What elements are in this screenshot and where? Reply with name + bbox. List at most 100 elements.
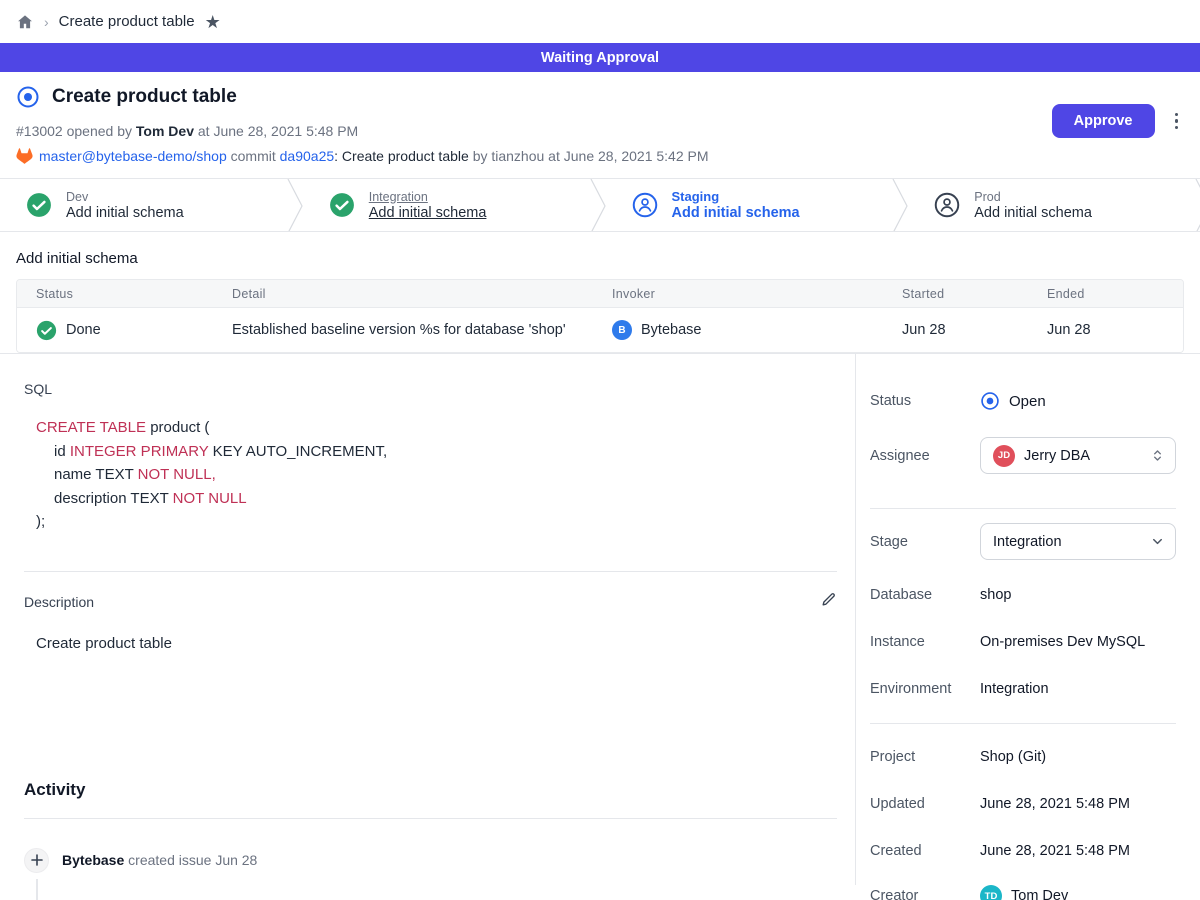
- stage-separator: [1195, 179, 1200, 231]
- sql-label: SQL: [24, 381, 839, 397]
- commit-hash-link[interactable]: da90a25: [280, 148, 335, 164]
- plus-circle-icon: [24, 848, 49, 873]
- assignee-label: Assignee: [870, 448, 980, 464]
- issue-title: Create product table: [52, 86, 237, 108]
- stage-env-label: Prod: [974, 190, 1092, 204]
- more-options-icon[interactable]: [1171, 109, 1183, 134]
- creator-avatar: TD: [980, 885, 1002, 900]
- issue-detail-panel: SQL CREATE TABLE product ( id INTEGER PR…: [0, 354, 856, 885]
- breadcrumb: › Create product table ★: [0, 0, 1200, 43]
- stage-task-link[interactable]: Add initial schema: [369, 205, 487, 221]
- stage-separator: [892, 179, 908, 231]
- approval-banner-text: Waiting Approval: [541, 50, 659, 66]
- issue-header: Create product table #13002 opened by To…: [0, 72, 1200, 178]
- timeline-line: [36, 879, 38, 900]
- divider: [870, 508, 1176, 509]
- commit-branch-repo-link[interactable]: master@bytebase-demo/shop: [39, 148, 227, 164]
- task-started: Jun 28: [902, 322, 1047, 338]
- task-table-header: Status Detail Invoker Started Ended: [17, 280, 1183, 308]
- stage-env-label: Dev: [66, 190, 184, 204]
- issue-opened-at: at June 28, 2021 5:48 PM: [194, 123, 358, 139]
- database-label: Database: [870, 587, 980, 603]
- approval-banner: Waiting Approval: [0, 43, 1200, 72]
- pipeline-stage-staging[interactable]: Staging Add initial schema: [606, 179, 893, 231]
- created-label: Created: [870, 843, 980, 859]
- person-circle-icon: [934, 192, 960, 218]
- stage-env-label: Staging: [672, 189, 800, 204]
- stage-separator: [287, 179, 303, 231]
- person-circle-icon: [632, 192, 658, 218]
- stage-value: Integration: [993, 534, 1141, 550]
- task-status: Done: [66, 322, 101, 338]
- status-open-icon: [980, 391, 1000, 411]
- column-invoker: Invoker: [612, 287, 902, 301]
- instance-label: Instance: [870, 634, 980, 650]
- commit-byline: by tianzhou at June 28, 2021 5:42 PM: [473, 148, 709, 164]
- assignee-select[interactable]: JD Jerry DBA: [980, 437, 1176, 474]
- invoker-avatar: B: [612, 320, 632, 340]
- issue-number-opened-by: #13002 opened by: [16, 123, 136, 139]
- stage-task-label: Add initial schema: [66, 205, 184, 221]
- issue-sidebar: Status Open Assignee JD Jerry DBA Stage: [856, 354, 1200, 885]
- description-label: Description: [24, 594, 94, 610]
- column-ended: Ended: [1047, 287, 1183, 301]
- updated-label: Updated: [870, 796, 980, 812]
- task-table: Status Detail Invoker Started Ended Done…: [16, 279, 1184, 353]
- instance-value: On-premises Dev MySQL: [980, 634, 1145, 650]
- database-value: shop: [980, 587, 1011, 603]
- star-filled-icon[interactable]: ★: [205, 13, 221, 31]
- chevron-up-down-icon: [1150, 448, 1165, 463]
- pipeline-stage-dev[interactable]: Dev Add initial schema: [0, 179, 287, 231]
- column-status: Status: [17, 287, 232, 301]
- task-invoker: Bytebase: [641, 322, 701, 338]
- home-icon[interactable]: [16, 13, 34, 31]
- pipeline-stages: Dev Add initial schema Integration Add i…: [0, 178, 1200, 232]
- edit-description-icon[interactable]: [818, 589, 839, 615]
- issue-open-icon: [16, 85, 40, 109]
- stage-separator: [590, 179, 606, 231]
- column-started: Started: [902, 287, 1047, 301]
- description-text: Create product table: [24, 635, 839, 652]
- chevron-down-icon: [1150, 534, 1165, 549]
- divider: [24, 571, 837, 572]
- updated-value: June 28, 2021 5:48 PM: [980, 796, 1130, 812]
- creator-label: Creator: [870, 888, 980, 900]
- issue-author: Tom Dev: [136, 123, 194, 139]
- task-detail: Established baseline version %s for data…: [232, 322, 612, 338]
- stage-select[interactable]: Integration: [980, 523, 1176, 560]
- pipeline-stage-integration[interactable]: Integration Add initial schema: [303, 179, 590, 231]
- divider: [24, 818, 837, 819]
- check-circle-icon: [36, 320, 57, 341]
- stage-label: Stage: [870, 534, 980, 550]
- activity-action: created issue Jun 28: [124, 852, 257, 868]
- environment-value: Integration: [980, 681, 1049, 697]
- assignee-value: Jerry DBA: [1024, 448, 1141, 464]
- status-value: Open: [1009, 393, 1046, 410]
- pipeline-stage-prod[interactable]: Prod Add initial schema: [908, 179, 1195, 231]
- assignee-avatar: JD: [993, 445, 1015, 467]
- stage-task-label: Add initial schema: [672, 205, 800, 221]
- divider: [870, 723, 1176, 724]
- environment-label: Environment: [870, 681, 980, 697]
- sql-code-block: CREATE TABLE product ( id INTEGER PRIMAR…: [24, 416, 839, 534]
- check-circle-icon: [329, 192, 355, 218]
- activity-actor: Bytebase: [62, 852, 124, 868]
- created-value: June 28, 2021 5:48 PM: [980, 843, 1130, 859]
- commit-message: : Create product table: [334, 148, 473, 164]
- creator-value: Tom Dev: [1011, 888, 1068, 900]
- column-detail: Detail: [232, 287, 612, 301]
- project-value: Shop (Git): [980, 749, 1046, 765]
- task-section: Add initial schema Status Detail Invoker…: [0, 232, 1200, 353]
- check-circle-icon: [26, 192, 52, 218]
- breadcrumb-current-page: Create product table: [59, 13, 195, 30]
- status-label: Status: [870, 393, 980, 409]
- commit-word: commit: [227, 148, 280, 164]
- activity-item: Bytebase created issue Jun 28: [24, 848, 839, 873]
- activity-title: Activity: [24, 780, 839, 800]
- task-section-title: Add initial schema: [16, 250, 1184, 267]
- task-table-row[interactable]: Done Established baseline version %s for…: [17, 308, 1183, 352]
- stage-env-link[interactable]: Integration: [369, 190, 487, 204]
- gitlab-tanuki-icon: [16, 148, 33, 164]
- approve-button[interactable]: Approve: [1052, 104, 1155, 138]
- project-label: Project: [870, 749, 980, 765]
